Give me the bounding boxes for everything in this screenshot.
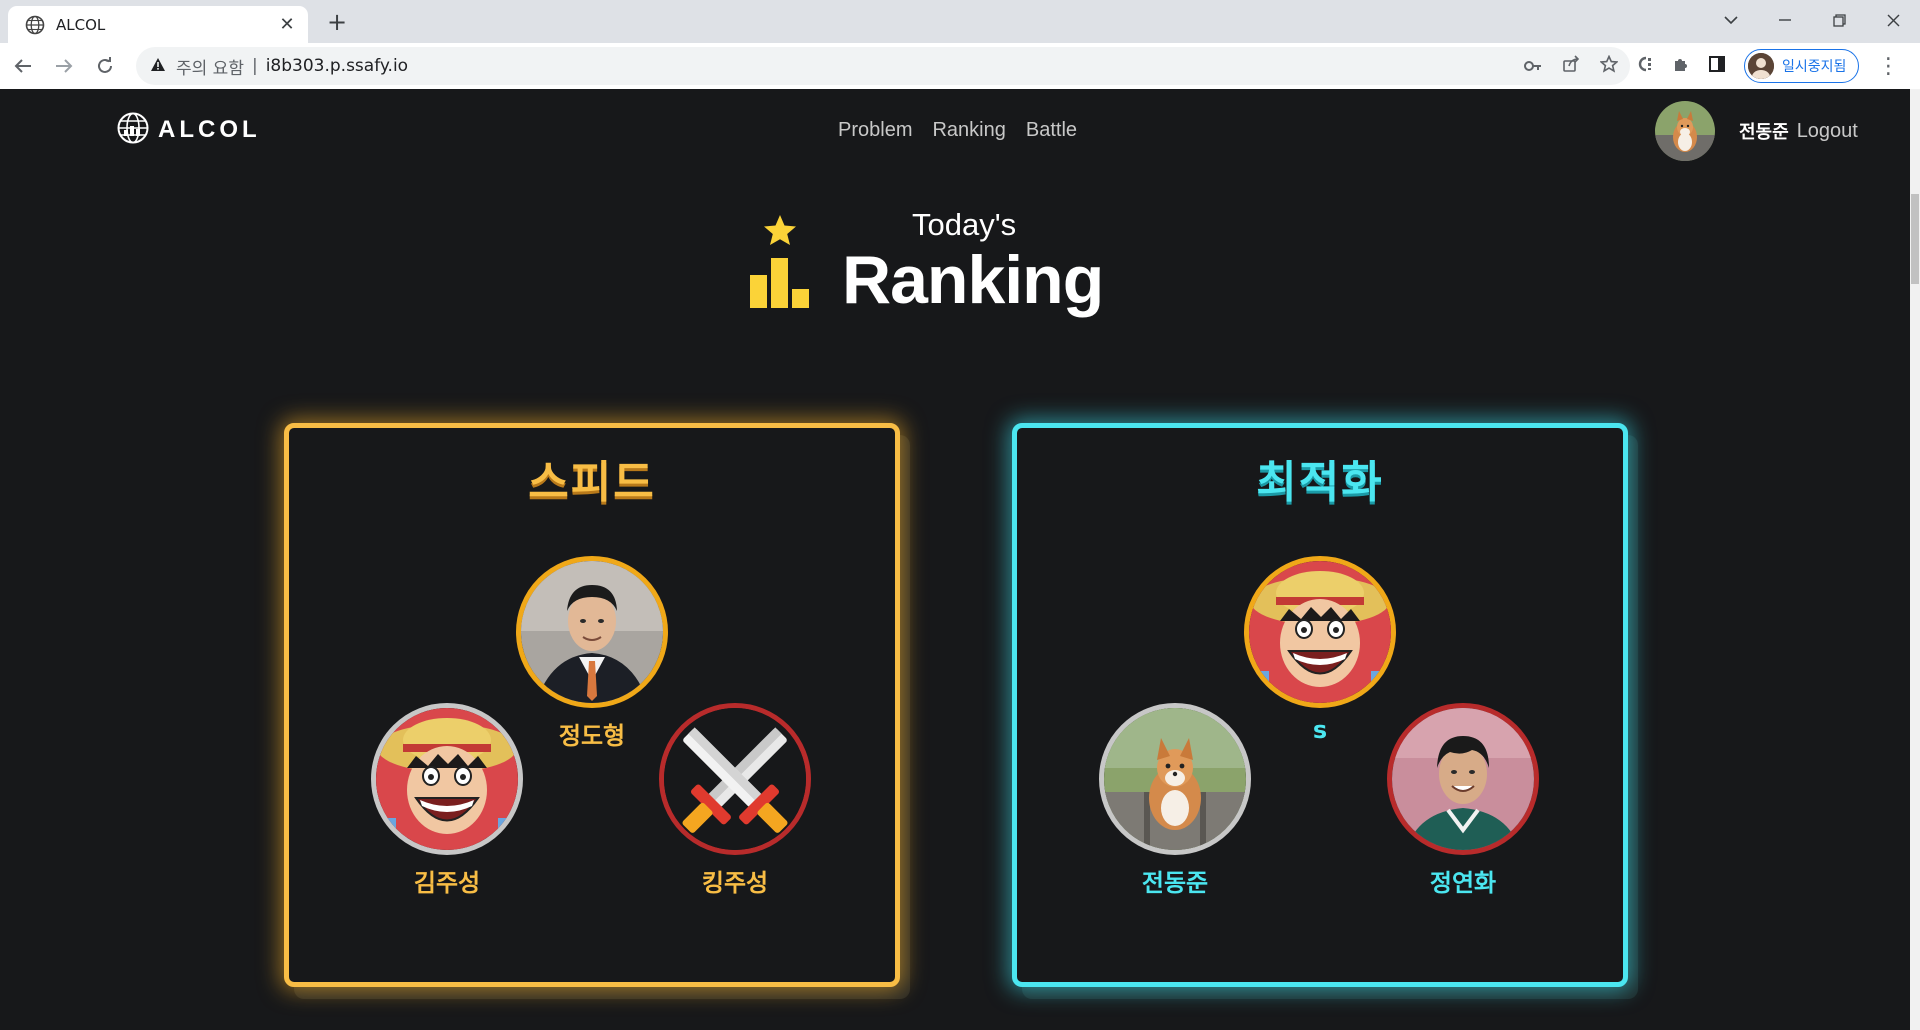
scrollbar-thumb[interactable] — [1911, 194, 1919, 284]
optimization-third-place[interactable]: 정연화 — [1383, 703, 1543, 898]
logout-link[interactable]: Logout — [1797, 120, 1858, 143]
speed-second-name: 김주성 — [413, 869, 481, 897]
tab-title: ALCOL — [56, 15, 106, 34]
ranking-chart-icon — [748, 215, 812, 315]
optimization-second-place[interactable]: 전동준 — [1095, 703, 1255, 898]
minimize-icon[interactable] — [1758, 0, 1812, 40]
new-tab-button[interactable]: + — [322, 8, 352, 38]
speed-first-place[interactable]: 정도형 — [512, 556, 672, 751]
speed-ranking-card: 스피드 정도형 김주성 킹주성 — [284, 423, 900, 987]
globe-icon — [24, 14, 46, 36]
nav-battle[interactable]: Battle — [1026, 119, 1077, 142]
speed-first-avatar — [516, 556, 668, 708]
speed-second-avatar — [371, 703, 523, 855]
puzzle-extensions-icon[interactable] — [1672, 55, 1690, 77]
page-content: ALCOL Problem Ranking Battle 전동준 Logout … — [0, 89, 1910, 1030]
warning-icon[interactable] — [150, 57, 166, 76]
optimization-first-avatar — [1244, 556, 1396, 708]
optimization-second-name: 전동준 — [1141, 869, 1209, 897]
globe-logo-icon — [116, 111, 150, 149]
optimization-first-name: s — [1312, 716, 1328, 744]
speed-third-place[interactable]: 킹주성 — [655, 703, 815, 898]
profile-button[interactable]: 일시중지됨 — [1744, 49, 1860, 83]
user-name: 전동준 — [1739, 122, 1789, 143]
user-area: 전동준 Logout — [1655, 101, 1858, 161]
extension-c-icon[interactable] — [1636, 55, 1654, 77]
optimization-card-title: 최적화 — [1256, 457, 1384, 508]
url-text[interactable]: i8b303.p.ssafy.io — [266, 56, 408, 76]
browser-tab[interactable]: ALCOL ✕ — [8, 6, 308, 43]
optimization-ranking-card: 최적화 s 전동준 정연화 — [1012, 423, 1628, 987]
back-icon[interactable] — [5, 48, 41, 84]
restore-icon[interactable] — [1812, 0, 1866, 40]
forward-icon[interactable] — [46, 48, 82, 84]
user-avatar[interactable] — [1655, 101, 1715, 161]
address-bar[interactable]: 주의 요함 | i8b303.p.ssafy.io — [136, 47, 1630, 85]
speed-first-name: 정도형 — [558, 722, 626, 750]
tab-search-icon[interactable] — [1704, 0, 1758, 40]
optimization-first-place[interactable]: s — [1240, 556, 1400, 744]
site-logo[interactable]: ALCOL — [116, 111, 261, 149]
star-bookmark-icon[interactable] — [1599, 54, 1619, 77]
close-tab-icon[interactable]: ✕ — [276, 14, 298, 35]
optimization-second-avatar — [1099, 703, 1251, 855]
speed-third-name: 킹주성 — [701, 869, 769, 897]
profile-avatar — [1748, 53, 1774, 79]
browser-tab-strip: ALCOL ✕ + — [0, 0, 1920, 43]
side-panel-icon[interactable] — [1708, 55, 1726, 77]
hero-title: Ranking — [842, 242, 1104, 318]
hero-subtitle: Today's — [912, 207, 1017, 242]
page-scrollbar[interactable] — [1910, 89, 1920, 1030]
optimization-third-avatar — [1387, 703, 1539, 855]
separator: | — [251, 56, 258, 76]
more-menu-icon[interactable]: ⋮ — [1877, 54, 1899, 79]
share-icon[interactable] — [1562, 55, 1580, 77]
window-controls — [1704, 0, 1920, 40]
nav-problem[interactable]: Problem — [838, 119, 912, 142]
optimization-third-name: 정연화 — [1429, 869, 1497, 897]
logo-text: ALCOL — [158, 116, 261, 143]
close-window-icon[interactable] — [1866, 0, 1920, 40]
browser-toolbar: 주의 요함 | i8b303.p.ssafy.io 일시중지됨 ⋮ — [0, 43, 1920, 89]
security-warning-text[interactable]: 주의 요함 — [176, 54, 244, 79]
profile-status-label: 일시중지됨 — [1782, 59, 1847, 75]
main-nav: Problem Ranking Battle — [838, 119, 1077, 142]
speed-second-place[interactable]: 김주성 — [367, 703, 527, 898]
nav-ranking[interactable]: Ranking — [932, 119, 1005, 142]
speed-third-avatar — [659, 703, 811, 855]
key-icon[interactable] — [1524, 57, 1542, 76]
reload-icon[interactable] — [87, 48, 123, 84]
speed-card-title: 스피드 — [528, 457, 656, 508]
